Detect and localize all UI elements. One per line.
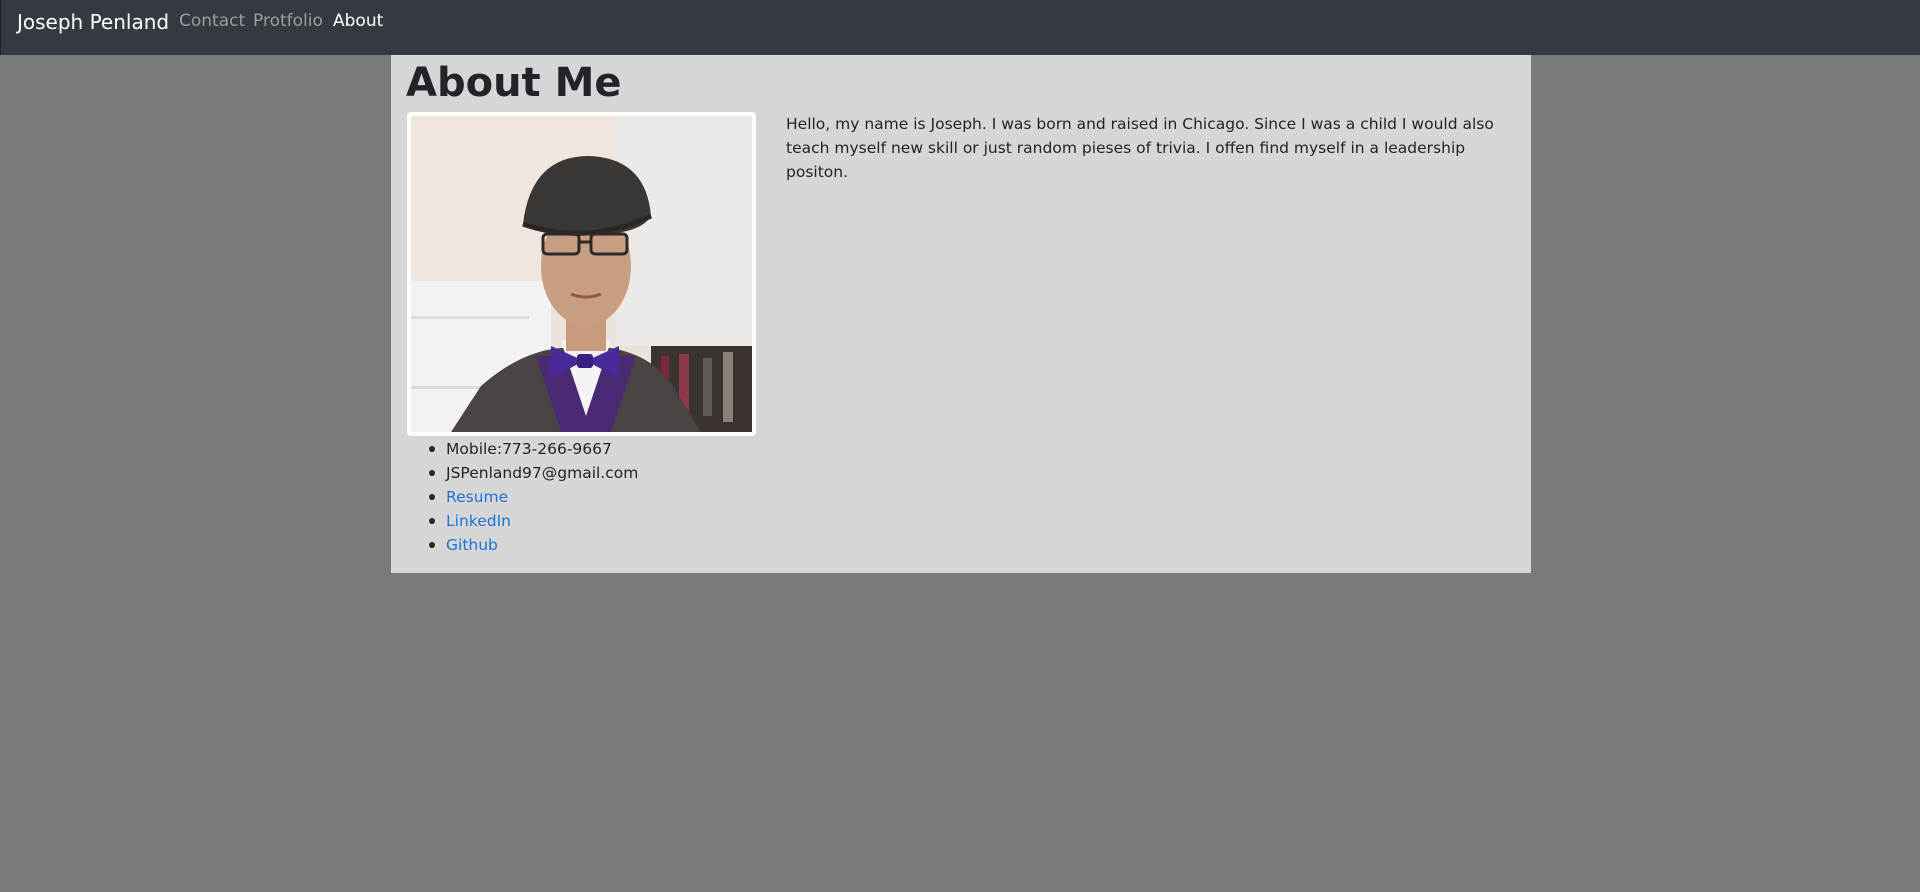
contact-item-linkedin: LinkedIn — [428, 509, 638, 533]
linkedin-link[interactable]: LinkedIn — [446, 512, 511, 530]
contact-item-github: Github — [428, 533, 638, 557]
brand-link[interactable]: Joseph Penland — [17, 10, 169, 34]
contact-list: Mobile:773-266-9667 JSPenland97@gmail.co… — [428, 437, 638, 557]
github-link[interactable]: Github — [446, 536, 498, 554]
contact-mobile: Mobile:773-266-9667 — [428, 437, 638, 461]
contact-email: JSPenland97@gmail.com — [428, 461, 638, 485]
resume-link[interactable]: Resume — [446, 488, 508, 506]
page-title: About Me — [406, 60, 622, 106]
nav-contact-link[interactable]: Contact — [179, 10, 245, 32]
profile-photo — [411, 116, 752, 432]
nav-portfolio-link[interactable]: Protfolio — [253, 10, 323, 32]
about-panel: About Me Hello, my name is Joseph. I was… — [391, 55, 1531, 573]
top-navbar: Joseph Penland Contact Protfolio About — [0, 0, 1920, 55]
profile-photo-frame — [407, 112, 756, 436]
bio-text: Hello, my name is Joseph. I was born and… — [786, 115, 1494, 181]
contact-item-resume: Resume — [428, 485, 638, 509]
nav-about-link[interactable]: About — [333, 10, 383, 32]
